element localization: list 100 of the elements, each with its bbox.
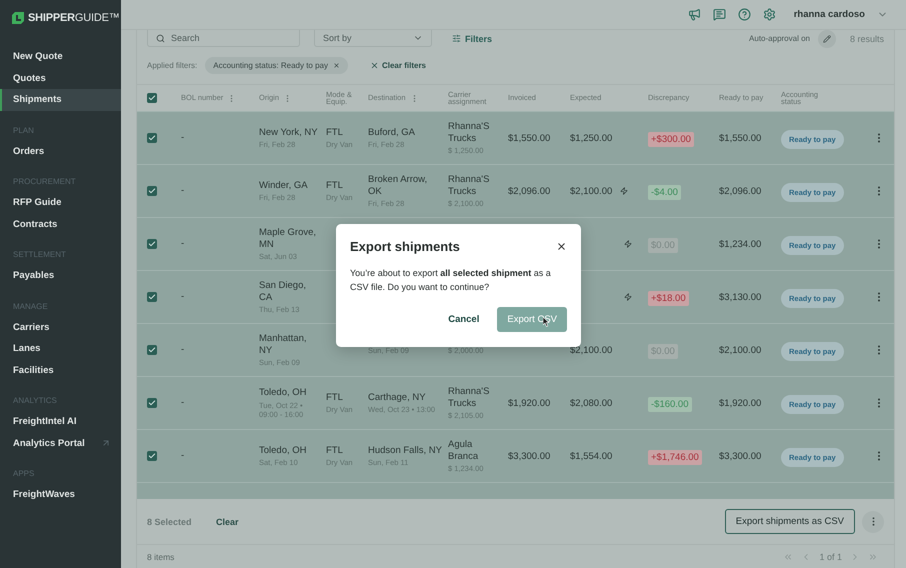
applied-filters-label: Applied filters: bbox=[147, 61, 198, 70]
edit-button[interactable] bbox=[818, 30, 836, 48]
table-cell-text: - bbox=[181, 132, 186, 144]
logo-icon bbox=[12, 12, 24, 24]
clear-filters-link[interactable]: Clear filters bbox=[370, 61, 426, 70]
origin-city: Toledo, OH bbox=[259, 444, 308, 456]
results-count: 8 results bbox=[850, 34, 884, 44]
discrepancy-badge: -$160.00 bbox=[648, 397, 692, 412]
auto-approval-label: Auto-approval on bbox=[749, 34, 810, 43]
destination-city: Buford, GA bbox=[368, 126, 416, 138]
filters-button[interactable]: Filters bbox=[452, 30, 492, 47]
remove-icon[interactable] bbox=[332, 62, 340, 69]
destination-city: Broken Arrow, OK bbox=[368, 174, 428, 197]
origin-city: New York, NY bbox=[259, 126, 319, 138]
table-cell-text: - bbox=[181, 238, 186, 250]
close-icon[interactable] bbox=[556, 241, 567, 252]
megaphone-icon[interactable] bbox=[688, 8, 701, 21]
table-cell: $2,080.00 bbox=[570, 398, 612, 408]
checkbox[interactable] bbox=[147, 398, 157, 408]
carrier-name: Rhanna'S Trucks bbox=[448, 386, 490, 409]
nav-item[interactable]: Facilities bbox=[0, 360, 121, 381]
settings-icon[interactable] bbox=[762, 8, 776, 21]
page-indicator: 1 of 1 bbox=[819, 552, 842, 562]
table-cell: $1,920.00 bbox=[508, 398, 550, 408]
items-count: 8 items bbox=[147, 552, 174, 562]
user-name[interactable]: rhanna cardoso bbox=[794, 9, 865, 20]
table-cell: $1,920.00 bbox=[719, 398, 762, 408]
carrier-name: Agula Branca bbox=[448, 439, 480, 462]
export-button[interactable]: Export shipments as CSV bbox=[724, 509, 855, 534]
help-icon[interactable] bbox=[738, 8, 751, 21]
dialog-title: Export shipments bbox=[350, 239, 460, 254]
table-cell: $1,234.00 bbox=[719, 238, 762, 250]
table-cell: $1,250.00 bbox=[570, 132, 612, 144]
nav-item[interactable]: RFP Guide bbox=[0, 192, 121, 214]
carrier-name: Rhanna'S Trucks bbox=[448, 121, 490, 144]
table-cell-text: - bbox=[181, 450, 186, 462]
discrepancy-badge: +$300.00 bbox=[648, 132, 694, 147]
nav-item[interactable]: Orders bbox=[0, 140, 121, 162]
checkbox[interactable] bbox=[147, 451, 157, 461]
nav-item[interactable]: Lanes bbox=[0, 338, 121, 360]
carrier-name: Rhanna'S Trucks bbox=[448, 174, 490, 197]
table-cell: $1,550.00 bbox=[508, 132, 550, 144]
table-cell-text: - bbox=[181, 344, 186, 356]
nav-item[interactable]: Shipments bbox=[0, 89, 121, 110]
pencil-icon bbox=[822, 34, 831, 42]
nav-item[interactable]: Contracts bbox=[0, 214, 121, 235]
table-cell-text: - bbox=[181, 291, 186, 303]
nav-item[interactable]: Payables bbox=[0, 265, 121, 286]
checkbox[interactable] bbox=[147, 239, 157, 249]
sort-dropdown[interactable]: Sort by bbox=[314, 30, 432, 47]
table-cell: $3,130.00 bbox=[719, 292, 762, 302]
destination-city: Hudson Falls, NY bbox=[368, 444, 442, 456]
nav-item[interactable]: New Quote bbox=[0, 46, 121, 68]
mode: FTL bbox=[326, 392, 344, 404]
checkbox[interactable] bbox=[147, 292, 157, 302]
table-cell: $2,100.00 bbox=[570, 186, 612, 196]
dialog-message: You’re about to export all selected shipment as a CSV file. Do you want to continue? bbox=[350, 267, 552, 294]
clear-button[interactable]: Clear bbox=[216, 516, 239, 526]
filter-chip[interactable]: Accounting status: Ready to pay bbox=[205, 57, 348, 74]
origin-city: Toledo, OH bbox=[259, 387, 308, 399]
table-cell: $3,300.00 bbox=[719, 450, 762, 462]
checkbox[interactable] bbox=[147, 186, 157, 196]
table-cell: $1,550.00 bbox=[719, 132, 762, 144]
origin-city: Winder, GA bbox=[259, 180, 309, 192]
destination-city: Carthage, NY bbox=[368, 392, 427, 404]
origin-city: Manhattan, NY bbox=[259, 333, 308, 356]
table-cell: $3,300.00 bbox=[508, 450, 550, 462]
table-cell-text: - bbox=[181, 185, 186, 197]
checkbox[interactable] bbox=[147, 345, 157, 355]
discrepancy-badge: -$4.00 bbox=[648, 185, 681, 200]
table-cell: $2,100.00 bbox=[719, 344, 762, 356]
checkbox[interactable] bbox=[147, 133, 157, 143]
lightning-icon bbox=[620, 187, 628, 195]
origin-city: San Diego, CA bbox=[259, 280, 308, 303]
message-icon[interactable] bbox=[712, 8, 726, 21]
checkbox[interactable] bbox=[147, 93, 157, 103]
cancel-button[interactable]: Cancel bbox=[448, 314, 480, 325]
logo-text: SHIPPERGUIDE™ bbox=[28, 12, 120, 24]
mode: FTL bbox=[326, 126, 344, 138]
selected-count: 8 Selected bbox=[147, 516, 193, 526]
search-field[interactable]: Search bbox=[147, 30, 300, 47]
nav-item[interactable]: Carriers bbox=[0, 316, 121, 338]
nav-item[interactable]: FreightIntel AI bbox=[0, 411, 121, 432]
nav-item[interactable]: FreightWaves bbox=[0, 484, 121, 506]
table-cell: $2,100.00 bbox=[570, 344, 612, 356]
table-cell: $1,554.00 bbox=[570, 450, 612, 462]
discrepancy-badge: +$18.00 bbox=[648, 291, 689, 306]
lightning-icon bbox=[624, 293, 632, 301]
mode: FTL bbox=[326, 444, 344, 456]
external-link-icon bbox=[101, 438, 111, 448]
sliders-icon bbox=[452, 34, 461, 43]
nav-item[interactable]: Analytics Portal bbox=[0, 432, 121, 454]
table-cell: $2,096.00 bbox=[508, 186, 550, 196]
mode: FTL bbox=[326, 180, 344, 192]
table-cell: $2,096.00 bbox=[719, 186, 762, 196]
table-cell-text: - bbox=[181, 397, 186, 409]
nav-item[interactable]: Quotes bbox=[0, 68, 121, 89]
origin-city: Maple Grove, MN bbox=[259, 227, 318, 250]
search-icon bbox=[156, 34, 165, 42]
discrepancy-badge: +$1,746.00 bbox=[648, 450, 702, 465]
